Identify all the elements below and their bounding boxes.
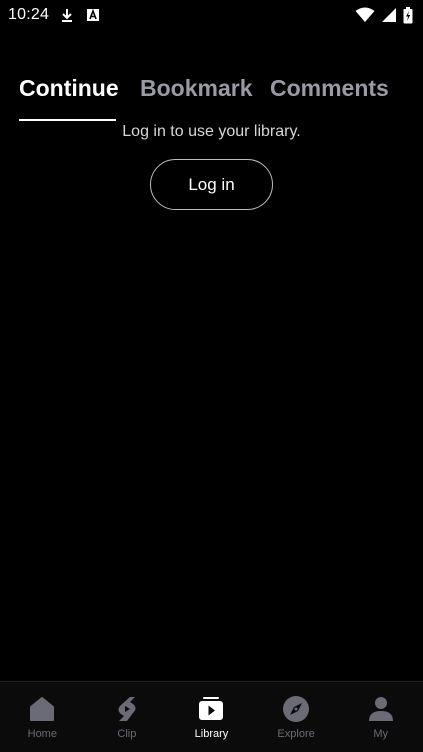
nav-label-home: Home bbox=[27, 728, 57, 740]
battery-charging-icon bbox=[403, 6, 413, 23]
tab-continue[interactable]: Continue bbox=[19, 75, 119, 102]
status-left: 10:24 bbox=[8, 6, 101, 24]
nav-item-explore[interactable]: Explore bbox=[254, 682, 339, 752]
nav-item-home[interactable]: Home bbox=[0, 682, 85, 752]
status-right bbox=[355, 6, 413, 24]
status-time: 10:24 bbox=[8, 6, 50, 23]
login-prompt-message: Log in to use your library. bbox=[122, 123, 301, 140]
tab-bookmark[interactable]: Bookmark bbox=[140, 75, 252, 102]
library-icon bbox=[199, 697, 224, 720]
download-icon bbox=[62, 9, 73, 22]
compass-icon bbox=[283, 696, 310, 722]
home-icon bbox=[30, 697, 55, 721]
signal-icon bbox=[382, 8, 396, 22]
nav-item-clip[interactable]: Clip bbox=[85, 682, 170, 752]
login-button[interactable]: Log in bbox=[150, 159, 273, 210]
nav-label-clip: Clip bbox=[117, 728, 137, 740]
library-tabs: Continue Bookmark Comments bbox=[0, 70, 423, 122]
wifi-icon bbox=[355, 7, 375, 22]
tab-comments[interactable]: Comments bbox=[270, 75, 389, 102]
person-icon bbox=[368, 697, 393, 721]
nav-label-explore: Explore bbox=[277, 728, 315, 740]
clip-icon bbox=[118, 697, 136, 721]
nav-item-library[interactable]: Library bbox=[169, 682, 254, 752]
status-bar: 10:24 bbox=[0, 0, 423, 30]
nav-label-my: My bbox=[373, 728, 388, 740]
nav-label-library: Library bbox=[194, 728, 229, 740]
bottom-nav: Home Clip Library Explore My bbox=[0, 681, 423, 752]
a-notification-icon bbox=[87, 8, 100, 21]
active-tab-indicator bbox=[19, 119, 116, 121]
nav-item-my[interactable]: My bbox=[338, 682, 423, 752]
